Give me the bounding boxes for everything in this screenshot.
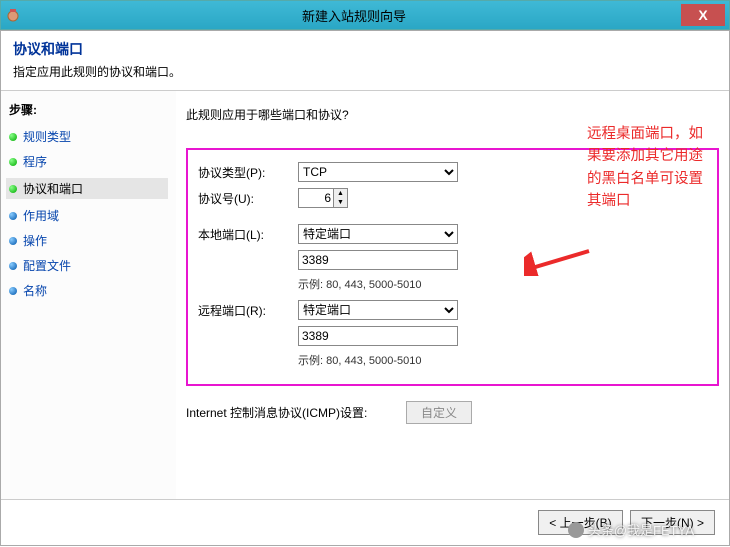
back-button[interactable]: < 上一步(B) bbox=[538, 510, 622, 535]
protocol-type-label: 协议类型(P): bbox=[198, 164, 298, 181]
bullet-icon bbox=[9, 212, 17, 220]
remote-port-input[interactable] bbox=[298, 326, 458, 346]
step-program[interactable]: 程序 bbox=[9, 153, 168, 170]
remote-port-select[interactable]: 特定端口 bbox=[298, 300, 458, 320]
spinner-buttons: ▲ ▼ bbox=[333, 189, 347, 207]
bullet-icon bbox=[9, 185, 17, 193]
step-name[interactable]: 名称 bbox=[9, 282, 168, 299]
bullet-icon bbox=[9, 237, 17, 245]
protocol-number-label: 协议号(U): bbox=[198, 190, 298, 207]
remote-port-row: 远程端口(R): 特定端口 bbox=[198, 300, 707, 320]
protocol-number-spinner[interactable]: 6 ▲ ▼ bbox=[298, 188, 348, 208]
step-label: 名称 bbox=[23, 282, 47, 299]
header-section: 协议和端口 指定应用此规则的协议和端口。 bbox=[1, 31, 729, 91]
remote-port-value-row bbox=[198, 326, 707, 346]
close-button[interactable]: X bbox=[681, 4, 725, 26]
step-action[interactable]: 操作 bbox=[9, 232, 168, 249]
step-label: 配置文件 bbox=[23, 257, 71, 274]
remote-port-label: 远程端口(R): bbox=[198, 302, 298, 319]
local-port-input[interactable] bbox=[298, 250, 458, 270]
page-title: 协议和端口 bbox=[13, 39, 717, 59]
window-title: 新建入站规则向导 bbox=[27, 6, 681, 25]
page-desc: 指定应用此规则的协议和端口。 bbox=[13, 63, 717, 80]
protocol-number-value: 6 bbox=[299, 191, 333, 205]
step-profile[interactable]: 配置文件 bbox=[9, 257, 168, 274]
titlebar: 新建入站规则向导 X bbox=[0, 0, 730, 30]
annotation-text: 远程桌面端口，如果要添加其它用途的黑白名单可设置其端口 bbox=[587, 123, 717, 213]
bullet-icon bbox=[9, 287, 17, 295]
step-label: 协议和端口 bbox=[23, 180, 83, 197]
content-question: 此规则应用于哪些端口和协议? bbox=[186, 106, 719, 123]
bullet-icon bbox=[9, 158, 17, 166]
remote-port-example: 示例: 80, 443, 5000-5010 bbox=[298, 352, 707, 368]
step-label: 规则类型 bbox=[23, 128, 71, 145]
next-button[interactable]: 下一步(N) > bbox=[630, 510, 715, 535]
content-panel: 此规则应用于哪些端口和协议? 协议类型(P): TCP 协议号(U): 6 ▲ … bbox=[176, 91, 729, 499]
app-icon bbox=[5, 7, 21, 23]
spinner-down-icon[interactable]: ▼ bbox=[334, 198, 347, 207]
spinner-up-icon[interactable]: ▲ bbox=[334, 189, 347, 198]
local-port-value-row bbox=[198, 250, 707, 270]
body-section: 步骤: 规则类型 程序 协议和端口 作用域 操作 配置文件 名称 此规则应用于哪… bbox=[1, 91, 729, 499]
step-protocol-port[interactable]: 协议和端口 bbox=[6, 178, 168, 199]
icmp-customize-button: 自定义 bbox=[406, 401, 472, 424]
arrow-icon bbox=[524, 246, 594, 276]
steps-panel: 步骤: 规则类型 程序 协议和端口 作用域 操作 配置文件 名称 bbox=[1, 91, 176, 499]
step-label: 作用域 bbox=[23, 207, 59, 224]
bullet-icon bbox=[9, 262, 17, 270]
icmp-row: Internet 控制消息协议(ICMP)设置: 自定义 bbox=[186, 401, 719, 424]
local-port-label: 本地端口(L): bbox=[198, 226, 298, 243]
steps-heading: 步骤: bbox=[9, 101, 168, 118]
bullet-icon bbox=[9, 133, 17, 141]
step-scope[interactable]: 作用域 bbox=[9, 207, 168, 224]
step-rule-type[interactable]: 规则类型 bbox=[9, 128, 168, 145]
protocol-type-select[interactable]: TCP bbox=[298, 162, 458, 182]
step-label: 程序 bbox=[23, 153, 47, 170]
local-port-row: 本地端口(L): 特定端口 bbox=[198, 224, 707, 244]
icmp-label: Internet 控制消息协议(ICMP)设置: bbox=[186, 404, 406, 421]
footer-section: < 上一步(B) 下一步(N) > 头条@我是FETYA bbox=[1, 499, 729, 545]
dialog-body: 协议和端口 指定应用此规则的协议和端口。 步骤: 规则类型 程序 协议和端口 作… bbox=[0, 30, 730, 546]
local-port-example: 示例: 80, 443, 5000-5010 bbox=[298, 276, 707, 292]
step-label: 操作 bbox=[23, 232, 47, 249]
local-port-select[interactable]: 特定端口 bbox=[298, 224, 458, 244]
